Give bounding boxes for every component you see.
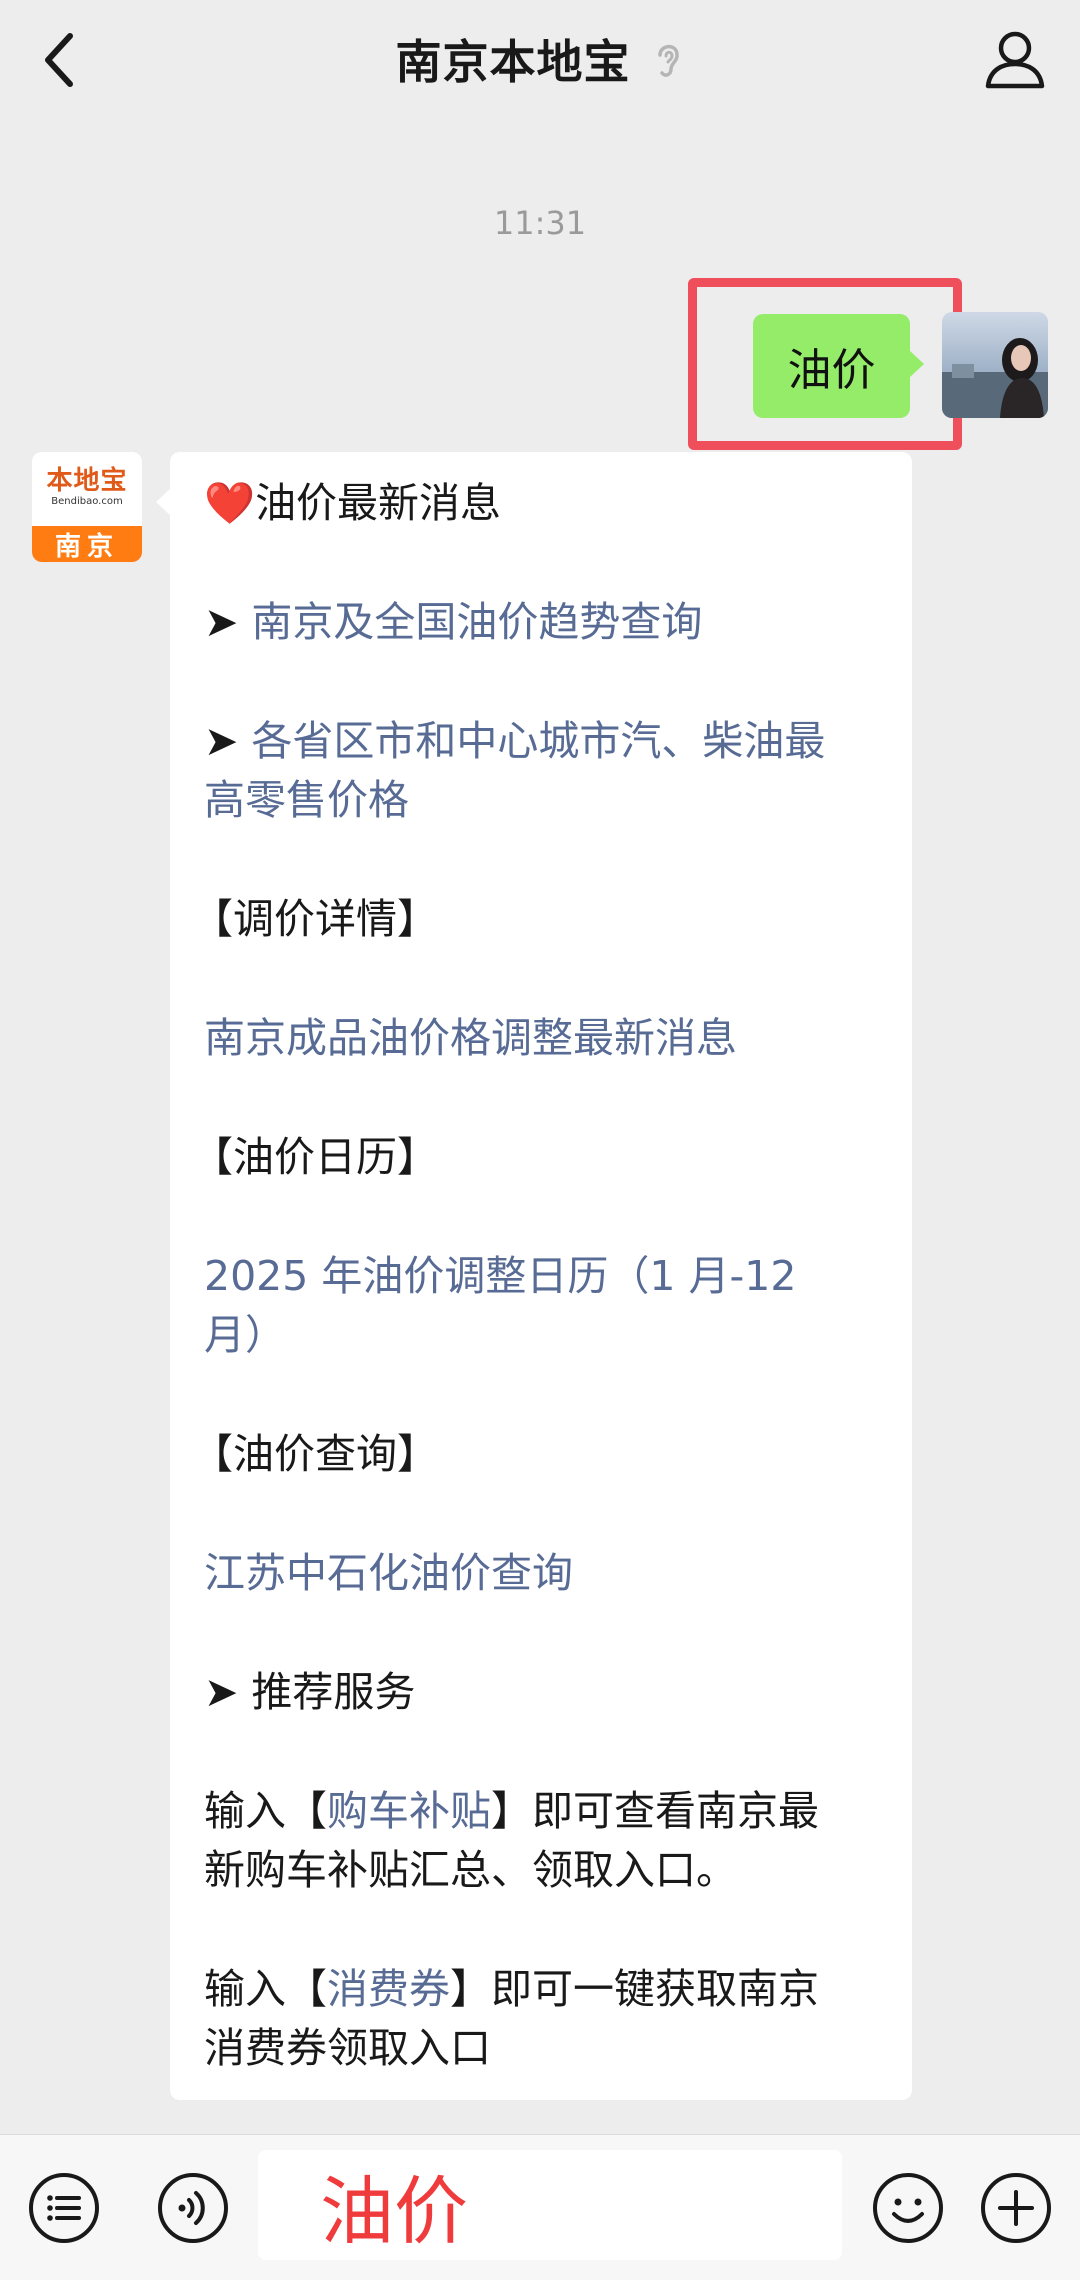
arrow-icon: ➤ xyxy=(204,598,239,646)
link-prices[interactable]: 各省区市和中心城市汽、柴油最 xyxy=(251,717,825,765)
section-adjust: 【调价详情】 xyxy=(192,895,438,943)
bot-avatar[interactable]: 本地宝 Bendibao.com 南京 xyxy=(32,452,142,562)
chat-title: 南京本地宝 xyxy=(395,35,631,89)
link-trend[interactable]: 南京及全国油价趋势查询 xyxy=(251,598,702,646)
reply-coupon: 输入【消费券】即可一键获取南京 消费券领取入口 xyxy=(204,1965,819,2072)
reply-recommend: ➤ 推荐服务 xyxy=(204,1668,416,1716)
my-avatar-photo xyxy=(942,312,1048,418)
avatar-city: 南京 xyxy=(32,526,142,562)
arrow-icon: ➤ xyxy=(204,717,239,765)
keyword-coupon[interactable]: 消费券 xyxy=(327,1965,450,2013)
arrow-icon: ➤ xyxy=(204,1668,239,1716)
section-query: 【油价查询】 xyxy=(192,1430,438,1478)
link-query[interactable]: 江苏中石化油价查询 xyxy=(204,1544,882,1603)
message-input[interactable] xyxy=(258,2150,842,2260)
link-calendar[interactable]: 2025 年油价调整日历（1 月-12 月） xyxy=(204,1247,882,1365)
profile-icon[interactable] xyxy=(980,24,1050,94)
message-timestamp: 11:31 xyxy=(493,204,587,242)
heart-icon: ❤️ xyxy=(204,479,256,527)
keyword-subsidy[interactable]: 购车补贴 xyxy=(327,1787,491,1835)
chat-header: 南京本地宝 xyxy=(0,0,1080,118)
emoji-icon[interactable] xyxy=(870,2170,946,2246)
reply-item-trend: ➤ 南京及全国油价趋势查询 xyxy=(204,593,882,652)
my-message-bubble[interactable]: 油价 xyxy=(753,314,924,418)
reply-item-prices: ➤ 各省区市和中心城市汽、柴油最高零售价格 xyxy=(204,712,882,830)
section-calendar: 【油价日历】 xyxy=(192,1133,438,1181)
menu-list-icon[interactable] xyxy=(26,2170,102,2246)
ear-icon xyxy=(657,44,679,77)
avatar-logo-sub: Bendibao.com xyxy=(51,496,123,507)
reply-heading: ❤️油价最新消息 xyxy=(204,479,502,527)
link-adjust[interactable]: 南京成品油价格调整最新消息 xyxy=(204,1009,882,1068)
link-prices-cont[interactable]: 高零售价格 xyxy=(204,771,882,830)
my-avatar[interactable] xyxy=(942,312,1048,418)
avatar-logo-text: 本地宝 xyxy=(46,466,128,496)
plus-icon[interactable] xyxy=(978,2170,1054,2246)
bot-message-bubble: ❤️油价最新消息 ➤ 南京及全国油价趋势查询 ➤ 各省区市和中心城市汽、柴油最高… xyxy=(156,452,912,2100)
reply-subsidy: 输入【购车补贴】即可查看南京最 新购车补贴汇总、领取入口。 xyxy=(204,1787,819,1894)
voice-icon[interactable] xyxy=(155,2170,231,2246)
